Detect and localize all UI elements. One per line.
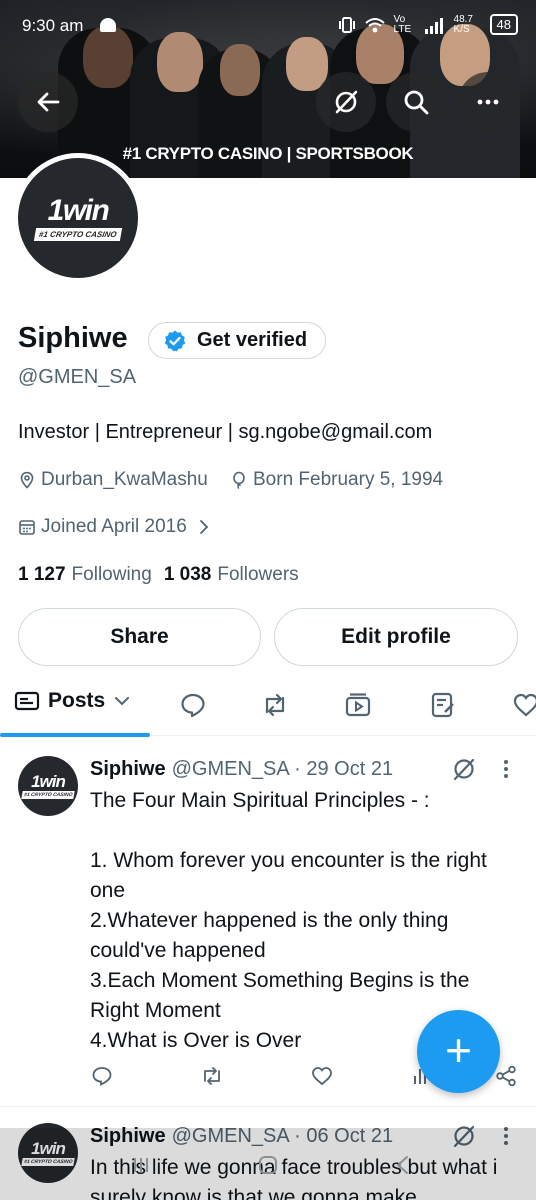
get-verified-label: Get verified	[197, 329, 308, 351]
following-count: 1 127	[18, 564, 66, 585]
post-header: Siphiwe @GMEN_SA · 29 Oct 21	[90, 758, 393, 781]
tab-posts-indicator	[0, 733, 150, 737]
followers-label: Followers	[217, 564, 299, 585]
tab-articles[interactable]	[428, 690, 458, 720]
search-button[interactable]	[386, 72, 446, 132]
network-speed: 48.7 K/S	[453, 13, 473, 35]
tab-posts[interactable]: Posts	[14, 688, 131, 714]
profile-tabs: Posts	[0, 676, 536, 737]
edit-profile-label: Edit profile	[341, 625, 451, 648]
followers-count: 1 038	[163, 564, 212, 585]
post-author-name[interactable]: Siphiwe	[90, 758, 166, 780]
network-type: Vo LTE	[393, 13, 412, 35]
tab-posts-label: Posts	[48, 689, 106, 712]
system-navigation-bar	[0, 1128, 536, 1200]
arrow-left-icon	[37, 92, 60, 112]
following-link[interactable]: 1 127 Following	[18, 564, 152, 586]
grok-button[interactable]	[316, 72, 376, 132]
share-label: Share	[110, 625, 169, 648]
compose-post-button[interactable]: +	[417, 1010, 500, 1093]
chevron-right-icon	[199, 520, 209, 534]
status-time: 9:30 am	[22, 16, 84, 35]
profile-name: Siphiwe	[18, 322, 128, 354]
back-nav-icon[interactable]	[392, 1154, 414, 1176]
home-icon[interactable]	[257, 1154, 279, 1176]
verified-badge-icon	[164, 330, 186, 351]
share-icon[interactable]	[494, 1064, 518, 1088]
grok-icon[interactable]	[451, 756, 477, 782]
tab-reposts[interactable]	[260, 690, 290, 720]
more-options-button[interactable]	[458, 72, 518, 132]
repost-icon[interactable]	[200, 1064, 224, 1088]
tab-likes[interactable]	[511, 690, 536, 720]
calendar-icon	[19, 520, 35, 535]
post-date[interactable]: · 29 Oct 21	[294, 758, 393, 780]
followers-link[interactable]: 1 038 Followers	[164, 564, 299, 586]
battery-level: 48	[489, 14, 518, 35]
post-more-icon[interactable]	[496, 758, 516, 780]
location-text: Durban_KwaMashu	[41, 469, 208, 490]
tab-videos[interactable]	[343, 690, 373, 720]
reply-icon[interactable]	[90, 1064, 114, 1088]
edit-profile-button[interactable]: Edit profile	[274, 608, 518, 666]
post-avatar-brand: 1win	[31, 772, 66, 791]
profile-birthday: Born February 5, 1994	[230, 469, 443, 491]
follow-stats: 1 127 Following 1 038 Followers	[18, 564, 299, 586]
profile-bio: Investor | Entrepreneur | sg.ngobe@gmail…	[18, 421, 433, 443]
birthday-text: Born February 5, 1994	[253, 469, 444, 490]
chevron-down-icon	[115, 697, 130, 706]
get-verified-button[interactable]: Get verified	[148, 322, 327, 359]
like-icon[interactable]	[310, 1064, 334, 1088]
search-icon	[404, 90, 429, 115]
avatar-logo: 1win #1 CRYPTO CASINO	[18, 158, 138, 278]
profile-location: Durban_KwaMashu	[18, 469, 208, 491]
avatar-brand: 1win	[47, 193, 110, 227]
status-icons: Vo LTE 48.7 K/S 48	[338, 14, 518, 35]
location-icon	[20, 471, 34, 489]
posts-icon	[14, 691, 40, 711]
following-label: Following	[71, 564, 152, 585]
android-icon	[100, 18, 116, 32]
grok-icon	[335, 90, 358, 114]
profile-joined[interactable]: Joined April 2016	[18, 516, 218, 538]
post-avatar-tagline: #1 CRYPTO CASINO	[21, 791, 75, 799]
plus-icon: +	[445, 1023, 472, 1076]
profile-handle: @GMEN_SA	[18, 366, 137, 388]
balloon-icon	[233, 471, 245, 489]
signal-icon	[424, 17, 443, 34]
post-author-handle[interactable]: @GMEN_SA	[172, 758, 289, 780]
vibrate-icon	[338, 16, 355, 33]
profile-avatar[interactable]: 1win #1 CRYPTO CASINO	[13, 153, 143, 283]
recents-icon[interactable]	[130, 1154, 152, 1176]
share-button[interactable]: Share	[18, 608, 261, 666]
more-icon	[477, 99, 499, 105]
post-avatar[interactable]: 1win #1 CRYPTO CASINO	[18, 756, 78, 816]
avatar-tagline: #1 CRYPTO CASINO	[34, 227, 122, 241]
status-bar: 9:30 am Vo LTE 48.7 K/S 48	[0, 0, 536, 52]
wifi-icon	[364, 17, 385, 32]
joined-text: Joined April 2016	[41, 516, 187, 537]
back-button[interactable]	[18, 72, 78, 132]
tab-replies[interactable]	[178, 690, 208, 720]
